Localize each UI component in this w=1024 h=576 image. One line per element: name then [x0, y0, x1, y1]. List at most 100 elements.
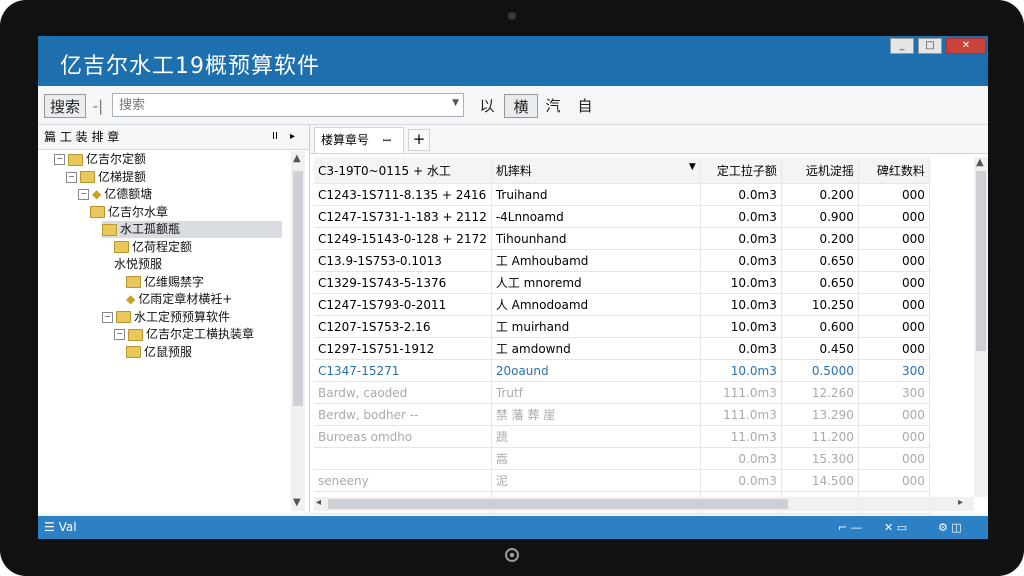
expand-toggle-icon[interactable]: − — [102, 311, 113, 323]
chevron-down-icon[interactable]: ▼ — [689, 162, 696, 172]
cell-material[interactable]: 000 — [858, 271, 930, 294]
toolbar-button-c[interactable]: 汽 — [542, 94, 564, 118]
cell-name[interactable]: 泥 — [491, 469, 701, 492]
table-row[interactable]: C1297-1S751-1912 工 amdownd 0.0m3 0.450 000 — [314, 337, 930, 360]
tree-scrollbar-thumb[interactable] — [293, 171, 303, 406]
chevron-down-icon[interactable]: ▼ — [452, 98, 459, 108]
cell-material[interactable]: 000 — [858, 227, 930, 250]
cell-material[interactable]: 000 — [858, 425, 930, 448]
table-row[interactable]: Buroeas omdho 蔬 11.0m3 11.200 000 — [314, 425, 930, 448]
home-button[interactable] — [505, 548, 519, 562]
cell-quota[interactable]: 0.0m3 — [700, 227, 782, 250]
cell-machine[interactable]: 0.5000 — [781, 359, 859, 382]
cell-code[interactable]: Buroeas omdho — [314, 425, 492, 448]
cell-code[interactable] — [314, 447, 492, 470]
cell-code[interactable]: seneeny — [314, 469, 492, 492]
tab-budget-chapter[interactable]: 楼算章号 ꟷ — [314, 127, 404, 153]
cell-name[interactable]: -4Lnnoamd — [491, 205, 701, 228]
cell-material[interactable]: 000 — [858, 293, 930, 316]
scroll-up-icon[interactable]: ▲ — [293, 153, 301, 164]
cell-code[interactable]: C1347-15271 — [314, 359, 492, 382]
table-row[interactable]: C1247-1S731-1-183 + 2112 -4Lnnoamd 0.0m3 0.… — [314, 205, 930, 228]
tree-node[interactable]: 亿维赐禁字 — [126, 274, 204, 291]
cell-code[interactable]: C1243-1S711-8.135 + 2416 — [314, 183, 492, 206]
tree-node[interactable]: − 亿梯提额 — [66, 169, 146, 186]
grid-vscroll-thumb[interactable] — [976, 171, 986, 351]
scroll-down-icon[interactable]: ▼ — [293, 497, 301, 508]
column-header-name[interactable]: 机摔料 ▼ — [491, 157, 701, 184]
table-row[interactable]: C1243-1S711-8.135 + 2416 Truihand 0.0m3 0.2… — [314, 183, 930, 206]
toolbar-button-d[interactable]: 自 — [574, 94, 596, 118]
tree-node[interactable]: − 亿吉尔定额 — [54, 151, 146, 168]
expand-toggle-icon[interactable]: − — [66, 171, 77, 183]
status-chart-icon[interactable]: ⌐ ― — [838, 516, 862, 539]
cell-material[interactable]: 000 — [858, 205, 930, 228]
cell-quota[interactable]: 111.0m3 — [700, 403, 782, 426]
cell-material[interactable]: 000 — [858, 337, 930, 360]
status-settings-icon[interactable]: ⚙ ◫ — [938, 516, 962, 539]
table-row[interactable]: C1207-1S753-2.16 工 muirhand 10.0m3 0.600 000 — [314, 315, 930, 338]
cell-machine[interactable]: 0.200 — [781, 227, 859, 250]
cell-machine[interactable]: 0.650 — [781, 271, 859, 294]
cell-name[interactable]: 禁 藩 葬 崖 — [491, 403, 701, 426]
column-header-code[interactable]: C3-19T0~0115 + 水工 — [314, 157, 492, 184]
add-tab-button[interactable]: + — [408, 129, 430, 151]
cell-machine[interactable]: 0.450 — [781, 337, 859, 360]
cell-machine[interactable]: 13.290 — [781, 403, 859, 426]
scroll-up-icon[interactable]: ▲ — [976, 157, 984, 168]
cell-quota[interactable]: 111.0m3 — [700, 381, 782, 404]
tree-node[interactable]: 亿荷程定额 — [114, 239, 192, 256]
tree-node[interactable]: 亿鼠预服 — [126, 344, 192, 361]
tree-node[interactable]: 亿吉尔水章 — [90, 204, 168, 221]
cell-code[interactable]: Bardw, caoded — [314, 381, 492, 404]
cell-code[interactable]: C1207-1S753-2.16 — [314, 315, 492, 338]
cell-machine[interactable]: 0.650 — [781, 249, 859, 272]
cell-name[interactable]: 工 Amhoubamd — [491, 249, 701, 272]
cell-machine[interactable]: 14.500 — [781, 469, 859, 492]
expand-toggle-icon[interactable]: − — [114, 329, 125, 340]
cell-material[interactable]: 000 — [858, 249, 930, 272]
cell-quota[interactable]: 0.0m3 — [700, 183, 782, 206]
cell-name[interactable]: Tihounhand — [491, 227, 701, 250]
cell-code[interactable]: C1249-15143-0-128 + 2172 — [314, 227, 492, 250]
table-row[interactable]: C1247-1S793-0-2011 人 Amnodoamd 10.0m3 10.25… — [314, 293, 930, 316]
cell-code[interactable]: C1247-1S731-1-183 + 2112 — [314, 205, 492, 228]
cell-quota[interactable]: 0.0m3 — [700, 249, 782, 272]
tree-node[interactable]: − 水工定预预算软件 — [102, 309, 230, 326]
pin-icon[interactable]: II — [272, 125, 278, 149]
tree-scrollbar[interactable]: ▲ ▼ — [291, 151, 305, 511]
table-row[interactable]: Berdw, bodher -- 禁 藩 葬 崖 111.0m3 13.290 000 — [314, 403, 930, 426]
cell-name[interactable]: 人 Amnodoamd — [491, 293, 701, 316]
table-row[interactable]: C1347-15271 20oaund 10.0m3 0.5000 300 — [314, 359, 930, 382]
toolbar-button-a[interactable]: 以 — [476, 94, 498, 118]
cell-machine[interactable]: 0.600 — [781, 315, 859, 338]
table-row[interactable]: C1329-1S743-5-1376 人工 mnoremd 10.0m3 0.650 0… — [314, 271, 930, 294]
cell-quota[interactable]: 10.0m3 — [700, 293, 782, 316]
tree-node[interactable]: 水悦预服 — [114, 256, 162, 273]
cell-quota[interactable]: 0.0m3 — [700, 205, 782, 228]
tab-pin-icon[interactable]: ꟷ — [383, 136, 391, 147]
cell-name[interactable]: 蔬 — [491, 425, 701, 448]
tree-node[interactable]: − ◆ 亿德额塘 — [78, 186, 152, 203]
search-input[interactable] — [113, 94, 445, 117]
cell-material[interactable]: 300 — [858, 381, 930, 404]
cell-name[interactable]: 20oaund — [491, 359, 701, 382]
tree-node[interactable]: − 亿吉尔定工横执装章 — [114, 326, 254, 343]
cell-quota[interactable]: 10.0m3 — [700, 359, 782, 382]
cell-material[interactable]: 300 — [858, 359, 930, 382]
cell-name[interactable]: 嵩 — [491, 447, 701, 470]
cell-name[interactable]: 工 amdownd — [491, 337, 701, 360]
cell-material[interactable]: 000 — [858, 403, 930, 426]
column-header-material[interactable]: 碑红数料 — [858, 157, 930, 184]
cell-code[interactable]: C1329-1S743-5-1376 — [314, 271, 492, 294]
grid-vertical-scrollbar[interactable]: ▲ — [974, 157, 988, 497]
column-header-quota[interactable]: 定工拉子额 — [700, 157, 782, 184]
grid-hscroll-thumb[interactable] — [328, 499, 788, 509]
tree-node[interactable]: ◆ 亿雨定章材横衽+ — [126, 291, 232, 308]
cell-code[interactable]: C1247-1S793-0-2011 — [314, 293, 492, 316]
cell-name[interactable]: 人工 mnoremd — [491, 271, 701, 294]
cell-machine[interactable]: 12.260 — [781, 381, 859, 404]
cell-material[interactable]: 000 — [858, 183, 930, 206]
column-header-machine[interactable]: 远机淀摇 — [781, 157, 859, 184]
cell-code[interactable]: C13.9-1S753-0.1013 — [314, 249, 492, 272]
